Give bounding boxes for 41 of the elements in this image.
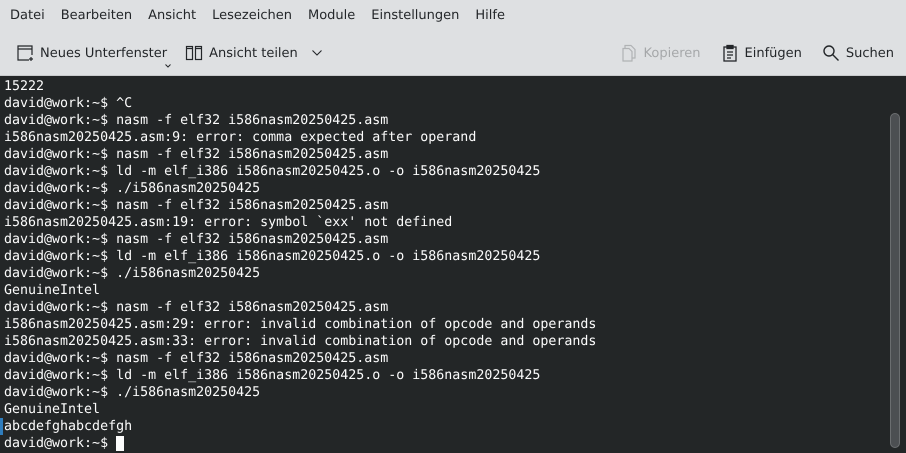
menu-item[interactable]: Einstellungen [363, 8, 468, 23]
split-view-icon [185, 44, 204, 62]
terminal-line: david@work:~$ ld -m elf_i386 i586nasm20250425.o -o i586nasm20250425 [4, 248, 540, 265]
search-button[interactable]: Suchen [816, 38, 900, 68]
clipboard-icon [720, 44, 738, 62]
terminal-line: david@work:~$ ./i586nasm20250425 [4, 180, 260, 197]
terminal-line: david@work:~$ nasm -f elf32 i586nasm20250425.asm [4, 197, 388, 214]
menu-item[interactable]: Datei [2, 8, 53, 23]
menu-item[interactable]: Ansicht [140, 8, 204, 23]
terminal-line: david@work:~$ ^C [4, 95, 132, 112]
menu-item[interactable]: Lesezeichen [204, 8, 300, 23]
terminal-line: abcdefghabcdefgh [4, 418, 132, 435]
new-tab-button[interactable]: Neues Unterfenster [10, 38, 174, 68]
terminal-line: GenuineIntel [4, 401, 100, 418]
terminal-line: i586nasm20250425.asm:33: error: invalid combination of opcode and operands [4, 333, 596, 350]
terminal-line: david@work:~$ nasm -f elf32 i586nasm20250425.asm [4, 231, 388, 248]
terminal-line: david@work:~$ ld -m elf_i386 i586nasm20250425.o -o i586nasm20250425 [4, 367, 540, 384]
terminal-line: GenuineIntel [4, 282, 100, 299]
menu-item[interactable]: Module [300, 8, 364, 23]
terminal-line: david@work:~$ nasm -f elf32 i586nasm20250425.asm [4, 350, 388, 367]
search-icon [822, 44, 840, 62]
terminal-line: i586nasm20250425.asm:29: error: invalid combination of opcode and operands [4, 316, 596, 333]
copy-icon [620, 44, 638, 62]
terminal-line: i586nasm20250425.asm:9: error: comma expected after operand [4, 129, 476, 146]
terminal-line: i586nasm20250425.asm:19: error: symbol `exx' not defined [4, 214, 452, 231]
split-view-button[interactable]: Ansicht teilen [179, 38, 328, 68]
terminal-line: david@work:~$ ./i586nasm20250425 [4, 265, 260, 282]
scrollbar-thumb[interactable] [890, 113, 900, 448]
terminal-line: david@work:~$ ./i586nasm20250425 [4, 384, 260, 401]
caret-icon[interactable] [312, 50, 322, 56]
terminal-line: david@work:~$ nasm -f elf32 i586nasm20250425.asm [4, 299, 388, 316]
menu-item[interactable]: Hilfe [467, 8, 513, 23]
terminal-line: david@work:~$ ld -m elf_i386 i586nasm20250425.o -o i586nasm20250425 [4, 163, 540, 180]
terminal-line: david@work:~$ nasm -f elf32 i586nasm20250425.asm [4, 112, 388, 129]
paste-button[interactable]: Einfügen [714, 38, 808, 68]
terminal-line: david@work:~$ [4, 435, 108, 452]
terminal-line: 15222 [4, 78, 44, 95]
menu-item[interactable]: Bearbeiten [52, 8, 140, 23]
new-tab-icon [16, 44, 34, 62]
terminal-line: david@work:~$ nasm -f elf32 i586nasm20250425.asm [4, 146, 388, 163]
caret-icon[interactable] [165, 64, 172, 68]
